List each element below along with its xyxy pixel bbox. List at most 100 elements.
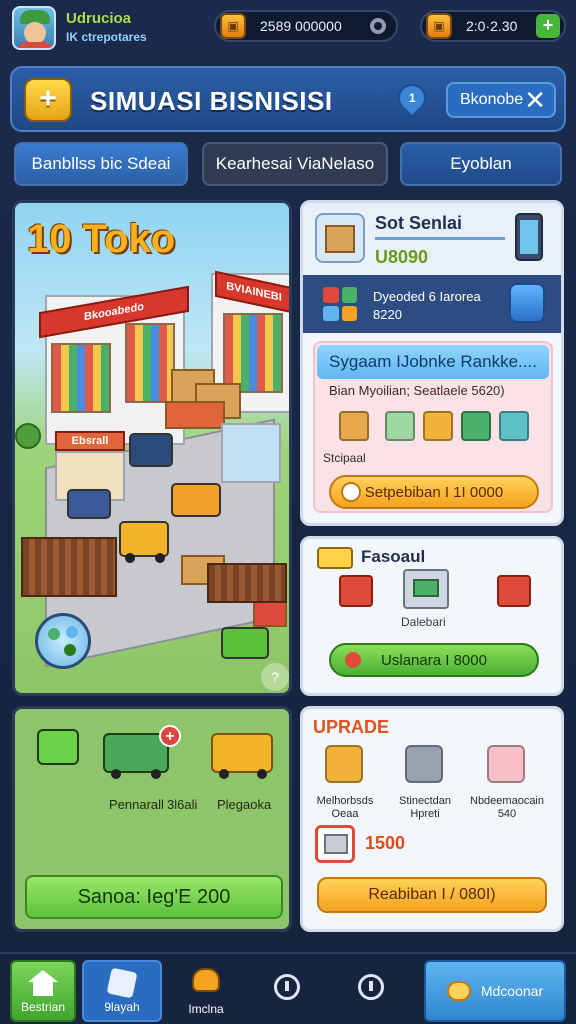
yellow-van[interactable] — [211, 733, 273, 773]
close-icon[interactable]: ✕ — [524, 86, 546, 114]
shop-title: 10 Toko — [27, 217, 176, 261]
shelf — [51, 343, 111, 413]
resource-value-1: 2589 000000 — [260, 18, 342, 34]
upgrade-label-3: Nbdeemaocain 540 — [470, 795, 544, 820]
upgrade-title: UPRADE — [313, 717, 390, 737]
nav-clock[interactable] — [262, 960, 312, 1022]
wooden-fence — [207, 563, 287, 603]
tab-extra[interactable]: Eyoblan — [400, 142, 562, 186]
package-icon — [315, 213, 365, 263]
item-stack-icon[interactable] — [403, 569, 449, 609]
wheel — [125, 553, 135, 563]
gold-crate-icon: ▣ — [426, 13, 452, 39]
upgrade-price: 1500 — [365, 833, 406, 853]
upgrade-buy-button[interactable]: Reabiban I / 080I) — [317, 877, 547, 913]
inventory-icon — [192, 968, 220, 992]
player-subtitle: IK ctrepotares — [66, 30, 147, 44]
player-name: Udrucioa — [66, 10, 132, 27]
map-dot — [64, 644, 76, 656]
wheel — [257, 769, 267, 779]
player-avatar[interactable] — [12, 6, 56, 50]
bottom-nav: Bestrian 9layah Imclna Mdcoonar — [0, 952, 576, 1024]
upgrade-label-1: Melhorbsds Oeaa — [316, 795, 374, 820]
gift-buy-label: Uslanara I 8000 — [381, 651, 487, 669]
location-pin-icon[interactable]: 1 — [392, 78, 432, 118]
chat-icon — [446, 981, 471, 1001]
stacked-boxes-icon[interactable] — [325, 745, 363, 783]
apple-icon — [345, 652, 361, 668]
offer-buy-button[interactable]: Setpebiban I 1I 0000 — [329, 475, 539, 509]
gold-crate-icon: ▣ — [220, 13, 246, 39]
help-button[interactable]: ? — [261, 663, 289, 691]
crate-item-icon[interactable] — [339, 411, 369, 441]
nav-map-label: 9layah — [104, 1000, 140, 1014]
shelf — [223, 313, 283, 393]
title-panel: + SIMUASI BISNISISI 1 Bkonobe ✕ — [10, 66, 566, 132]
wheel — [111, 769, 121, 779]
pin-label: 1 — [408, 90, 416, 105]
shop-scene[interactable]: Bkooabedo BVIAINEBI Ebsrall 10 Toko ? — [12, 200, 292, 696]
upgrade-label-2: Stinectdan Hpreti — [399, 795, 451, 820]
vehicles-panel: + Pennarall 3l6ali Plegaoka Sanoa: Ieg'E… — [12, 706, 292, 932]
tab-finance[interactable]: Kearhesai ViaNelaso — [202, 142, 388, 186]
avatar-body — [18, 42, 52, 48]
awning: Ebsrall — [55, 431, 125, 451]
items-label: Stcipaal — [323, 451, 366, 465]
stock-card: Sot Senlai U8090 Dyeoded 6 Iarorea 8220 … — [300, 200, 564, 526]
page-title: SIMUASI BISNISISI — [90, 86, 333, 116]
green-crate-icon[interactable] — [37, 729, 79, 765]
add-vehicle-button[interactable]: + — [159, 725, 181, 747]
map-button[interactable] — [35, 613, 91, 669]
plus-badge-icon[interactable]: + — [24, 78, 72, 122]
box-item-icon[interactable] — [385, 411, 415, 441]
cash-register-icon[interactable] — [487, 745, 525, 783]
settings-gear-icon[interactable] — [370, 18, 386, 34]
chat-bubble-icon — [341, 482, 361, 502]
green-car — [221, 627, 269, 659]
gift-buy-button[interactable]: Uslanara I 8000 — [329, 643, 539, 677]
offer-subtitle: Bian Myoilian; Seatlaele 5620) — [329, 383, 505, 398]
box-item-icon[interactable] — [499, 411, 529, 441]
nav-inventory[interactable]: Imclna — [176, 960, 236, 1022]
stock-title: Sot Senlai — [375, 213, 463, 233]
resource-value-2: 2:0·2.30 — [466, 18, 518, 34]
vehicle-label-1: Pennarall — [109, 797, 164, 812]
gift-item-label: Dalebari — [401, 615, 446, 629]
orange-truck — [171, 483, 221, 517]
tab-business[interactable]: Banbllss bic Sdeai — [14, 142, 188, 186]
header-button[interactable]: Bkonobe ✕ — [446, 82, 556, 118]
blue-truck — [129, 433, 173, 467]
map-dot — [48, 628, 60, 640]
shelf — [125, 323, 175, 403]
add-resource-button[interactable]: + — [536, 14, 560, 38]
wheel — [219, 769, 229, 779]
shield-icon[interactable] — [509, 283, 545, 323]
gift-box-icon[interactable] — [497, 575, 531, 607]
header-button-label: Bkonobe — [460, 91, 524, 108]
glass-store — [221, 423, 281, 483]
crate-item-icon[interactable] — [423, 411, 453, 441]
map-dot — [66, 626, 78, 638]
blue-van — [67, 489, 111, 519]
band-value: 8220 — [373, 307, 402, 322]
resource-counter-2: ▣ 2:0·2.30 + — [420, 10, 566, 42]
toolbox-icon — [315, 825, 355, 863]
clock-icon — [274, 974, 300, 1000]
band-title: Dyeoded 6 Iarorea — [373, 289, 481, 304]
nav-map[interactable]: 9layah — [82, 960, 162, 1022]
gift-box-icon[interactable] — [339, 575, 373, 607]
vehicle-label-3: Plegaoka — [217, 797, 272, 812]
nav-download[interactable] — [346, 960, 396, 1022]
money-item-icon[interactable] — [461, 411, 491, 441]
offer-title: Sygaam IJobnke Rankke.... — [317, 345, 549, 379]
crate — [165, 401, 225, 429]
machine-icon[interactable] — [405, 745, 443, 783]
gift-card: Fasoaul Dalebari Uslanara I 8000 — [300, 536, 564, 696]
nav-chat[interactable]: Mdcoonar — [424, 960, 566, 1022]
offer-buy-label: Setpebiban I 1I 0000 — [364, 483, 504, 501]
stock-value: U8090 — [375, 247, 429, 267]
nav-home[interactable]: Bestrian — [10, 960, 76, 1022]
wooden-fence — [21, 537, 117, 597]
phone-icon[interactable] — [515, 213, 543, 261]
vehicle-buy-button[interactable]: Sanoa: Ieg'E 200 — [25, 875, 283, 919]
